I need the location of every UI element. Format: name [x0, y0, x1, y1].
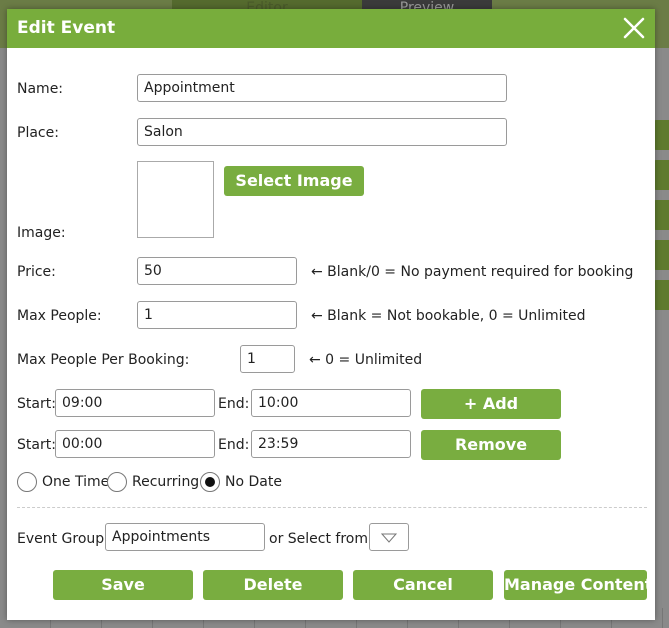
event-group-select[interactable]	[369, 523, 409, 551]
price-note: ← Blank/0 = No payment required for book…	[311, 264, 634, 280]
save-button[interactable]: Save	[53, 570, 193, 600]
max-per-booking-note: ← 0 = Unlimited	[309, 352, 423, 368]
radio-button-selected[interactable]	[200, 472, 220, 492]
radio-button[interactable]	[17, 472, 37, 492]
radio-button[interactable]	[107, 472, 127, 492]
select-from-label: or Select from:	[269, 531, 373, 547]
end-label: End:	[218, 396, 250, 412]
radio-recurring[interactable]: Recurring	[107, 471, 199, 493]
radio-one-time[interactable]: One Time	[17, 471, 109, 493]
start-time-input[interactable]: 09:00	[55, 389, 215, 417]
event-group-input[interactable]: Appointments	[105, 523, 265, 551]
background-side-button	[653, 160, 669, 190]
start-label: Start:	[17, 396, 56, 412]
edit-event-dialog: Edit Event Name: Appointment Place: Salo…	[7, 9, 655, 620]
radio-label: Recurring	[132, 474, 200, 490]
max-people-input[interactable]: 1	[137, 301, 297, 329]
delete-button[interactable]: Delete	[203, 570, 343, 600]
max-people-note: ← Blank = Not bookable, 0 = Unlimited	[311, 308, 586, 324]
background-side-button	[653, 240, 669, 270]
name-input[interactable]: Appointment	[137, 74, 507, 102]
max-per-booking-label: Max People Per Booking:	[17, 352, 190, 368]
name-label: Name:	[17, 81, 64, 97]
divider	[17, 507, 647, 508]
max-people-label: Max People:	[17, 308, 102, 324]
end-label: End:	[218, 437, 250, 453]
radio-label: One Time	[42, 474, 110, 490]
image-label: Image:	[17, 225, 66, 241]
price-input[interactable]: 50	[137, 257, 297, 285]
background-side-button	[653, 280, 669, 310]
add-time-button[interactable]: + Add	[421, 389, 561, 419]
close-icon[interactable]	[621, 15, 647, 41]
remove-time-button[interactable]: Remove	[421, 430, 561, 460]
end-time-input[interactable]: 10:00	[251, 389, 411, 417]
dialog-header: Edit Event	[7, 9, 655, 48]
chevron-down-icon	[381, 533, 397, 543]
end-time-input[interactable]: 23:59	[251, 430, 411, 458]
background-side-button	[653, 200, 669, 230]
manage-content-button[interactable]: Manage Content	[504, 570, 652, 600]
dialog-title: Edit Event	[17, 18, 116, 38]
radio-label: No Date	[225, 474, 282, 490]
price-label: Price:	[17, 264, 56, 280]
start-label: Start:	[17, 437, 56, 453]
background-side-button	[653, 120, 669, 150]
select-image-button[interactable]: Select Image	[224, 166, 364, 196]
max-per-booking-input[interactable]: 1	[240, 345, 295, 373]
event-group-label: Event Group:	[17, 531, 109, 547]
cancel-button[interactable]: Cancel	[353, 570, 493, 600]
image-preview	[137, 161, 214, 238]
place-label: Place:	[17, 125, 59, 141]
start-time-input[interactable]: 00:00	[55, 430, 215, 458]
place-input[interactable]: Salon	[137, 118, 507, 146]
radio-no-date[interactable]: No Date	[200, 471, 282, 493]
